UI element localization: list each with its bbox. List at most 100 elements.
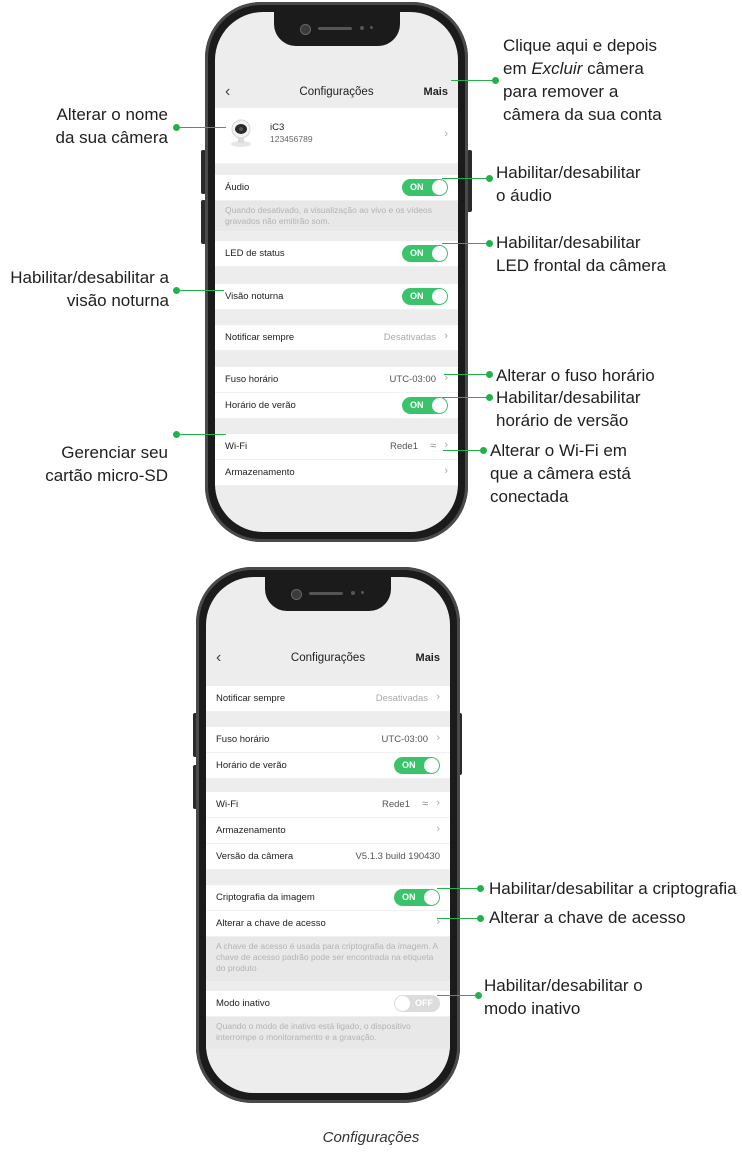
night-vision-row: Visão noturna ON <box>215 284 458 310</box>
dst-annotation: Habilitar/desabilitar horário de versão <box>496 386 641 432</box>
connector-line <box>437 888 481 889</box>
annotation-line: que a câmera está <box>490 464 631 483</box>
audio-label: Áudio <box>225 182 250 193</box>
page-title: Configurações <box>299 86 374 98</box>
access-key-row[interactable]: Alterar a chave de acesso › <box>206 911 450 937</box>
timezone-label: Fuso horário <box>216 734 270 745</box>
connector-line <box>444 374 490 375</box>
idle-mode-annotation: Habilitar/desabilitar o modo inativo <box>484 974 643 1020</box>
toggle-state: ON <box>410 400 424 410</box>
more-button[interactable]: Mais <box>424 86 448 98</box>
connector-line <box>437 918 481 919</box>
annotation-line: câmera da sua conta <box>503 105 662 124</box>
annotation-line: Gerenciar seu <box>61 443 168 462</box>
toggle-state: OFF <box>415 998 433 1008</box>
chevron-right-icon: › <box>436 823 440 835</box>
annotation-line: Habilitar/desabilitar o <box>484 976 643 995</box>
annotation-text: em <box>503 59 532 78</box>
dst-toggle[interactable]: ON <box>394 757 440 774</box>
wifi-value: Rede1 <box>382 799 410 810</box>
device-name-annotation: Alterar o nome da sua câmera <box>20 103 168 149</box>
annotation-text: câmera <box>582 59 644 78</box>
annotation-line: Habilitar/desabilitar <box>496 163 641 182</box>
dst-label: Horário de verão <box>225 400 296 411</box>
toggle-state: ON <box>410 291 424 301</box>
led-label: LED de status <box>225 248 285 259</box>
chevron-right-icon: › <box>436 797 440 809</box>
annotation-line: modo inativo <box>484 999 581 1018</box>
wifi-annotation: Alterar o Wi-Fi em que a câmera está con… <box>490 439 631 508</box>
toggle-knob <box>432 398 447 413</box>
annotation-line: Clique aqui e depois <box>503 36 658 55</box>
phone2-header: ‹ Configurações Mais <box>206 646 450 676</box>
wifi-row[interactable]: Wi-Fi Rede1 ≈ › <box>215 434 458 460</box>
timezone-value: UTC-03:00 <box>389 374 436 385</box>
connector-dot <box>477 915 484 922</box>
more-button[interactable]: Mais <box>416 652 440 664</box>
annotation-line: para remover a <box>503 82 619 101</box>
annotation-line: da sua câmera <box>55 128 168 147</box>
annotation-line: horário de versão <box>496 411 629 430</box>
timezone-value: UTC-03:00 <box>381 734 428 745</box>
toggle-knob <box>432 180 447 195</box>
timezone-row[interactable]: Fuso horário UTC-03:00 › <box>206 727 450 753</box>
audio-toggle[interactable]: ON <box>402 179 448 196</box>
annotation-line: Habilitar/desabilitar <box>496 233 641 252</box>
timezone-row[interactable]: Fuso horário UTC-03:00 › <box>215 367 458 393</box>
connector-dot <box>486 394 493 401</box>
toggle-state: ON <box>410 182 424 192</box>
phone1-screen: ‹ Configurações Mais iC3 123456789 › Áud… <box>215 12 458 532</box>
page-title: Configurações <box>290 652 366 664</box>
idle-mode-toggle[interactable]: OFF <box>394 995 440 1012</box>
chevron-right-icon: › <box>436 732 440 744</box>
storage-row[interactable]: Armazenamento › <box>215 460 458 486</box>
device-name: iC3 <box>270 122 285 133</box>
chevron-right-icon: › <box>444 330 448 342</box>
audio-row: Áudio ON <box>215 175 458 201</box>
connector-dot <box>480 447 487 454</box>
wifi-label: Wi-Fi <box>216 799 239 810</box>
annotation-line: Habilitar/desabilitar a <box>10 268 169 287</box>
wifi-value: Rede1 <box>390 441 418 452</box>
storage-label: Armazenamento <box>225 467 295 478</box>
connector-dot <box>486 371 493 378</box>
toggle-state: ON <box>402 760 416 770</box>
timezone-annotation: Alterar o fuso horário <box>496 366 655 385</box>
annotation-line: em Excluir câmera <box>503 57 662 80</box>
notify-row[interactable]: Notificar sempre Desativadas › <box>206 686 450 712</box>
timezone-label: Fuso horário <box>225 374 279 385</box>
connector-line <box>451 80 497 81</box>
connector-dot <box>475 992 482 999</box>
connector-dot <box>477 885 484 892</box>
led-annotation: Habilitar/desabilitar LED frontal da câm… <box>496 231 666 277</box>
sd-card-annotation: Gerenciar seu cartão micro-SD <box>20 441 168 487</box>
annotation-line: visão noturna <box>66 291 169 310</box>
led-row: LED de status ON <box>215 241 458 267</box>
crypto-label: Criptografia da imagem <box>216 892 315 903</box>
toggle-knob <box>424 890 439 905</box>
phone1: ‹ Configurações Mais iC3 123456789 › Áud… <box>205 2 468 542</box>
device-name-row[interactable]: iC3 123456789 › <box>215 108 458 164</box>
audio-note: Quando desativado, a visualização ao viv… <box>215 201 458 231</box>
chevron-right-icon: › <box>444 128 448 140</box>
wifi-row[interactable]: Wi-Fi Rede1 ≈ › <box>206 792 450 818</box>
figure-caption: Configurações <box>322 1129 420 1146</box>
toggle-knob <box>432 289 447 304</box>
storage-label: Armazenamento <box>216 825 286 836</box>
dst-toggle[interactable]: ON <box>402 397 448 414</box>
toggle-state: ON <box>402 892 416 902</box>
access-key-label: Alterar a chave de acesso <box>216 918 326 929</box>
connector-line <box>176 290 224 291</box>
access-key-annotation: Alterar a chave de acesso <box>489 908 686 927</box>
crypto-toggle[interactable]: ON <box>394 889 440 906</box>
toggle-knob <box>395 996 410 1011</box>
connector-dot <box>492 77 499 84</box>
connector-line <box>176 127 226 128</box>
night-vision-toggle[interactable]: ON <box>402 288 448 305</box>
dst-row: Horário de verão ON <box>206 753 450 779</box>
notify-row[interactable]: Notificar sempre Desativadas › <box>215 325 458 351</box>
more-annotation: Clique aqui e depois em Excluir câmera p… <box>503 34 662 126</box>
annotation-line: LED frontal da câmera <box>496 256 667 275</box>
led-toggle[interactable]: ON <box>402 245 448 262</box>
storage-row[interactable]: Armazenamento › <box>206 818 450 844</box>
